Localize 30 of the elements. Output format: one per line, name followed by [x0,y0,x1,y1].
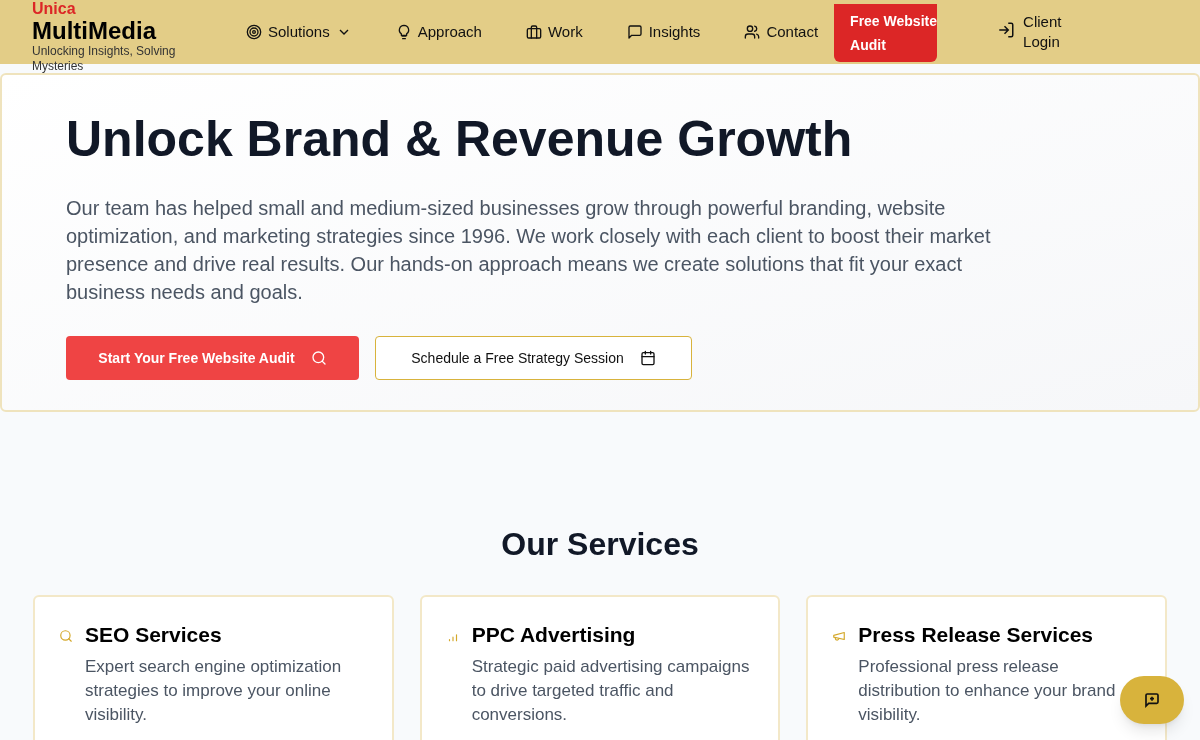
card-description: Expert search engine optimization strategies to improve your online visibility. [85,656,343,726]
card-title: SEO Services [85,622,223,648]
target-icon [246,24,262,40]
chat-button[interactable] [1120,676,1184,724]
hero-description: Our team has helped small and medium-sized businesses grow through powerful branding, website optimization, and marketing strategies since 1996. We work closely with each client to boost their market presence and drive real results. Our hands-on approach means we create solutions that fit your exact business needs and goals. [66,196,992,305]
calendar-icon [639,350,656,366]
nav-link[interactable]: Insights [626,20,701,44]
audit-button[interactable]: Start Your Free Website Audit [66,336,359,380]
hero-title: Unlock Brand & Revenue Growth [66,110,854,169]
login-icon [997,21,1016,39]
users-icon [744,24,761,40]
nav-link[interactable]: Contact [744,20,819,44]
speech-bubble-icon [626,24,643,40]
megaphone-icon [832,629,847,643]
schedule-button[interactable]: Schedule a Free Strategy Session [375,336,692,380]
search-icon [310,350,327,366]
section-title: Our Services [500,525,700,564]
logo-text[interactable]: MultiMedia [32,18,232,44]
client-login-link[interactable]: Client Login [997,12,1074,52]
chat-add-icon [1144,692,1160,708]
card-description: Professional press release distribution to enhance your brand visibility. [858,656,1117,726]
card-description: Strategic paid advertising campaigns to drive targeted traffic and conversions. [471,656,751,726]
card-title: PPC Advertising [471,622,637,648]
nav-link[interactable]: Solutions [246,20,352,44]
nav-link[interactable]: Work [525,20,583,44]
nav-link[interactable]: Approach [395,20,482,44]
search-icon [59,629,73,643]
card-title: Press Release Services [858,622,1095,648]
briefcase-icon [525,24,542,40]
free-audit-button[interactable]: Free Website Audit [834,4,938,62]
